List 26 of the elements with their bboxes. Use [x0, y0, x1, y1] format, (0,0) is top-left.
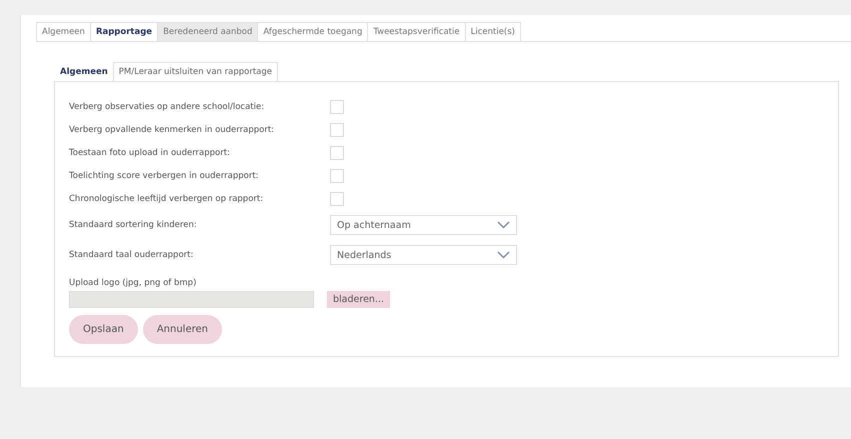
dropdown[interactable]: Op achternaam — [330, 215, 517, 235]
checkbox[interactable] — [330, 122, 344, 136]
chevron-icon — [497, 221, 510, 229]
tab[interactable]: Licentie(s) — [464, 22, 521, 41]
upload-label: Upload logo (jpg, png of bmp) — [69, 278, 198, 288]
setting-label: Standaard sortering kinderen: — [69, 220, 198, 230]
setting-label: Chronologische leeftijd verbergen op rapport: — [69, 194, 264, 204]
chevron-icon — [497, 251, 510, 259]
setting-label: Toelichting score verbergen in ouderrapport: — [69, 170, 260, 180]
setting-label: Toestaan foto upload in ouderrapport: — [69, 148, 231, 158]
checkbox[interactable] — [330, 168, 344, 182]
dropdown[interactable]: Nederlands — [330, 245, 517, 265]
tab[interactable]: Algemeen — [54, 62, 114, 81]
file-field[interactable] — [69, 291, 314, 308]
tab[interactable]: Algemeen — [36, 22, 91, 41]
setting-label: Verberg opvallende kenmerken in ouderrapport: — [69, 124, 276, 134]
save-button[interactable]: Opslaan — [69, 315, 138, 344]
checkbox[interactable] — [330, 192, 344, 206]
browse-button[interactable]: bladeren... — [327, 291, 390, 308]
setting-label: Standaard taal ouderrapport: — [69, 250, 194, 260]
checkbox[interactable] — [330, 146, 344, 160]
cancel-button[interactable]: Annuleren — [142, 315, 222, 344]
setting-label: Verberg observaties op andere school/locatie: — [69, 102, 266, 112]
tab[interactable]: PM/Leraar uitsluiten van rapportage — [112, 62, 278, 81]
checkbox[interactable] — [330, 100, 344, 114]
tab[interactable]: Beredeneerd aanbod — [157, 22, 258, 41]
